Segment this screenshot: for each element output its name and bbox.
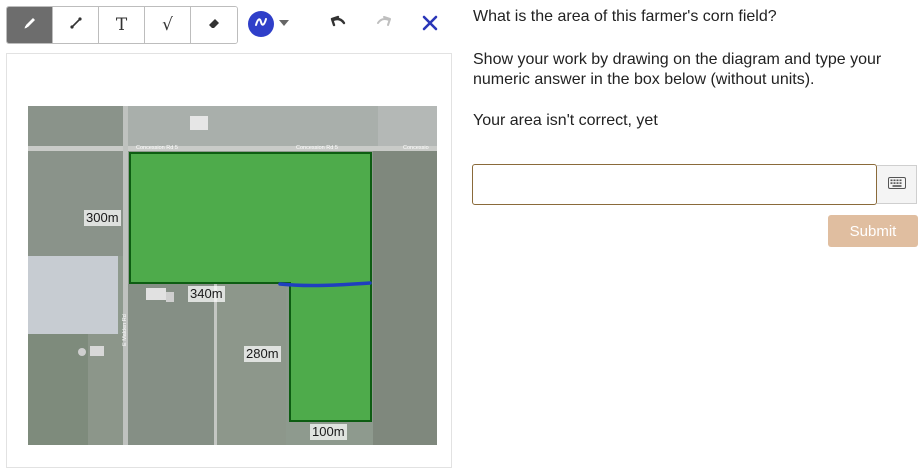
redo-icon xyxy=(374,14,394,35)
pencil-tool[interactable] xyxy=(7,7,53,43)
drawing-toolbar: T √ xyxy=(6,6,238,44)
answer-status: Your area isn't correct, yet xyxy=(473,112,658,129)
undo-button[interactable] xyxy=(325,12,351,36)
close-button[interactable] xyxy=(417,12,443,38)
text-tool[interactable]: T xyxy=(99,7,145,43)
sqrt-tool[interactable]: √ xyxy=(145,7,191,43)
line-icon xyxy=(68,15,84,36)
close-icon xyxy=(422,15,438,36)
pen-squiggle-icon xyxy=(254,15,268,34)
sqrt-icon: √ xyxy=(162,15,173,35)
dimension-label-280m: 280m xyxy=(244,346,281,362)
pen-color-button[interactable] xyxy=(248,11,274,37)
undo-icon xyxy=(328,14,348,35)
answer-input[interactable] xyxy=(472,164,877,205)
road-label-3: Concessio xyxy=(403,145,429,151)
road-label-vertical: E Malden Rd xyxy=(122,314,128,346)
question-instructions: Show your work by drawing on the diagram… xyxy=(473,51,882,88)
aerial-map: Concession Rd 5 Concession Rd 5 Concessi… xyxy=(28,106,437,445)
road-label-1: Concession Rd 5 xyxy=(136,145,178,151)
chevron-down-icon[interactable] xyxy=(279,20,289,26)
line-tool[interactable] xyxy=(53,7,99,43)
dimension-label-340m: 340m xyxy=(188,286,225,302)
redo-button[interactable] xyxy=(371,12,397,36)
tool-group: T √ xyxy=(6,6,238,44)
dimension-label-300m: 300m xyxy=(84,210,121,226)
submit-button[interactable]: Submit xyxy=(828,215,918,247)
keyboard-button[interactable] xyxy=(877,165,917,204)
pencil-icon xyxy=(22,15,38,36)
keyboard-icon xyxy=(887,176,906,194)
dimension-label-100m: 100m xyxy=(310,424,347,440)
eraser-tool[interactable] xyxy=(191,7,237,43)
eraser-icon xyxy=(206,15,222,36)
question-prompt: What is the area of this farmer's corn f… xyxy=(473,8,777,25)
map-image: Concession Rd 5 Concession Rd 5 Concessi… xyxy=(28,106,437,445)
road-label-2: Concession Rd 5 xyxy=(296,145,338,151)
